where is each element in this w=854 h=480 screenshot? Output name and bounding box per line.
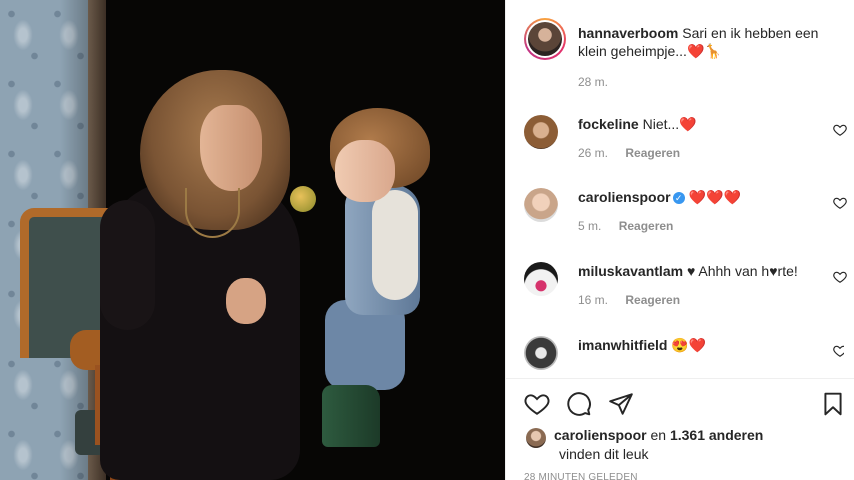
comments-panel: hannaverboom Sari en ik hebben een klein… bbox=[505, 0, 854, 480]
verified-badge-icon: ✓ bbox=[672, 192, 685, 204]
heart-icon[interactable] bbox=[524, 391, 550, 417]
comment-item: carolienspoor ✓ ❤️❤️❤️ 5 m. Reageren bbox=[524, 188, 847, 238]
commenter-username[interactable]: fockeline bbox=[578, 116, 639, 132]
heart-icon[interactable] bbox=[833, 123, 847, 137]
heart-icon[interactable] bbox=[833, 344, 844, 358]
commenter-avatar[interactable] bbox=[524, 115, 558, 149]
comment-time[interactable]: 26 m. bbox=[578, 146, 608, 160]
comment-icon[interactable] bbox=[566, 391, 592, 417]
comment-time[interactable]: 16 m. bbox=[578, 293, 608, 307]
comment-item: fockeline Niet...❤️ 26 m. Reageren bbox=[524, 115, 847, 165]
apple bbox=[290, 186, 316, 212]
liker-username[interactable]: carolienspoor bbox=[554, 427, 647, 443]
action-bar bbox=[524, 391, 846, 417]
commenter-avatar[interactable] bbox=[524, 262, 558, 296]
heart-icon[interactable] bbox=[833, 270, 847, 284]
commenter-username[interactable]: imanwhitfield bbox=[578, 337, 667, 353]
caption-emoji: ❤️🦒 bbox=[686, 43, 722, 59]
commenter-avatar[interactable] bbox=[524, 336, 558, 370]
caption-text: hannaverboom Sari en ik hebben een klein… bbox=[578, 25, 819, 59]
comment-time[interactable]: 5 m. bbox=[578, 219, 601, 233]
divider bbox=[506, 378, 854, 379]
liker-avatar[interactable] bbox=[526, 428, 546, 448]
comment-item: imanwhitfield 😍❤️ bbox=[524, 336, 844, 378]
post-time[interactable]: 28 m. bbox=[578, 75, 608, 89]
reply-button[interactable]: Reageren bbox=[625, 293, 680, 307]
reply-button[interactable]: Reageren bbox=[625, 146, 680, 160]
likes-count[interactable]: 1.361 anderen bbox=[670, 427, 763, 443]
reply-button[interactable]: Reageren bbox=[619, 219, 674, 233]
comment-item: miluskavantlam ♥ Ahhh van h♥rte! 16 m. R… bbox=[524, 262, 847, 312]
bookmark-icon[interactable] bbox=[820, 391, 846, 417]
author-username[interactable]: hannaverboom bbox=[578, 25, 678, 41]
commenter-username[interactable]: miluskavantlam bbox=[578, 263, 683, 279]
commenter-avatar[interactable] bbox=[524, 188, 558, 222]
post-timestamp[interactable]: 28 MINUTEN GELEDEN bbox=[524, 472, 638, 480]
commenter-username[interactable]: carolienspoor bbox=[578, 189, 671, 205]
post-photo[interactable] bbox=[0, 0, 505, 480]
heart-icon[interactable] bbox=[833, 196, 847, 210]
share-icon[interactable] bbox=[608, 391, 634, 417]
author-avatar[interactable] bbox=[524, 18, 566, 60]
